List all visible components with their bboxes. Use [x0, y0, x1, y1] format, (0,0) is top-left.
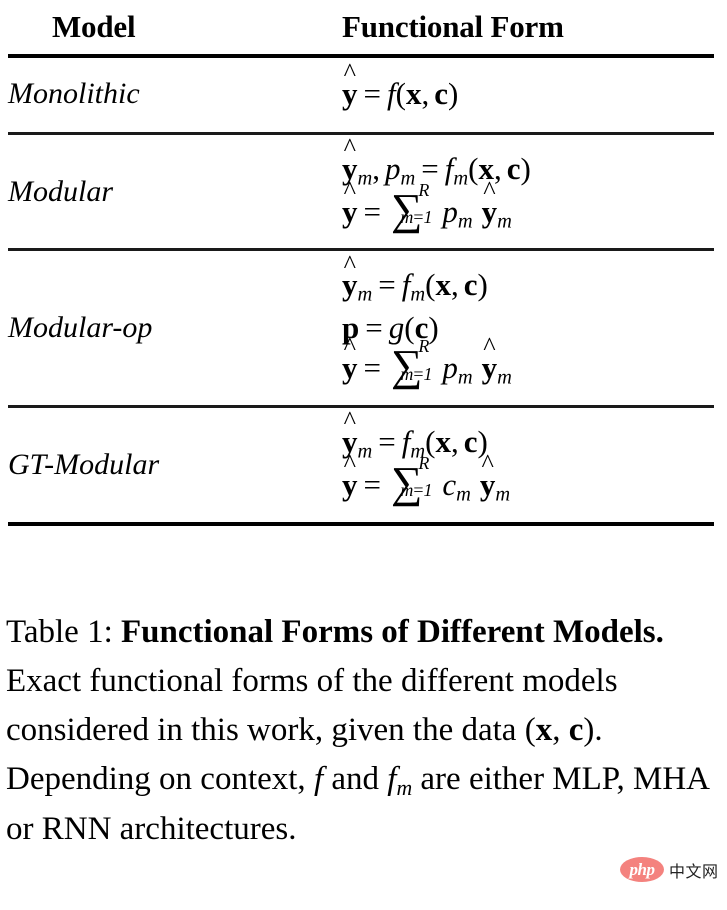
- caption-symbol-c: c: [568, 712, 584, 749]
- caption-symbol-fm-subscript: m: [396, 776, 413, 801]
- caption-symbol-x: x: [535, 712, 553, 749]
- caption-label: Table 1:: [6, 614, 113, 650]
- row-equations-modular-op: ^ ym = fm(x, c) p = g(c) ^ y = ∑ Rm=1 pm ^ ym: [342, 251, 714, 404]
- equation: ^ ym = fm(x, c): [342, 249, 488, 307]
- equation: ^ y = ∑ Rm=1 pm ^ ym: [342, 332, 512, 391]
- hat-accent-icon: ^: [343, 332, 356, 362]
- table-header-row: Model Functional Form: [8, 0, 714, 54]
- equation: ^ y = ∑ Rm=1 cm ^ ym: [342, 449, 511, 507]
- hat-accent-icon: ^: [481, 449, 494, 479]
- row-label-modular: Modular: [8, 174, 113, 208]
- hat-accent-icon: ^: [343, 449, 356, 479]
- summation-operator: ∑ Rm=1: [390, 452, 433, 507]
- table-row: Monolithic ^ y = f(x, c): [8, 58, 714, 132]
- caption-body-part-1: Exact functional forms of the different …: [6, 663, 618, 749]
- hat-accent-icon: ^: [343, 249, 356, 279]
- hat-accent-icon: ^: [343, 175, 356, 205]
- table-row: Modular ^ ym, pm = fm(x, c) ^ y = ∑ Rm=1 pm ^ ym: [8, 132, 714, 249]
- row-equations-monolithic: ^ y = f(x, c): [342, 58, 714, 132]
- caption-title: Functional Forms of Different Models.: [120, 614, 664, 650]
- caption-comma: ,: [552, 712, 569, 749]
- row-equations-modular: ^ ym, pm = fm(x, c) ^ y = ∑ Rm=1 pm ^ ym: [342, 132, 714, 249]
- caption-symbol-f: f: [313, 761, 324, 798]
- watermark-site-text: 中文网: [669, 861, 719, 881]
- table-rule-bottom: [8, 521, 714, 526]
- row-equations-gt-modular: ^ ym = fm(x, c) ^ y = ∑ Rm=1 cm ^ ym: [342, 406, 714, 522]
- table-row: GT-Modular ^ ym = fm(x, c) ^ y = ∑ Rm=1 cm ^ ym: [8, 406, 714, 522]
- hat-accent-icon: ^: [343, 58, 356, 88]
- column-header-model: Model: [52, 9, 136, 44]
- summation-operator: ∑ Rm=1: [390, 179, 433, 234]
- table-row: Modular-op ^ ym = fm(x, c) p = g(c) ^ y = ∑ Rm=1 pm…: [8, 251, 714, 404]
- hat-accent-icon: ^: [343, 406, 356, 436]
- equation: ^ y = f(x, c): [342, 58, 459, 111]
- row-label-monolithic: Monolithic: [8, 76, 140, 110]
- hat-accent-icon: ^: [343, 132, 356, 162]
- hat-accent-icon: ^: [483, 332, 496, 362]
- hat-accent-icon: ^: [483, 175, 496, 205]
- caption-body-part-3: and: [323, 761, 388, 798]
- row-label-gt-modular: GT-Modular: [8, 447, 160, 481]
- functional-forms-table: Model Functional Form Monolithic ^ y = f(x,…: [8, 0, 714, 526]
- column-header-functional-form: Functional Form: [342, 9, 564, 44]
- equation: ^ y = ∑ Rm=1 pm ^ ym: [342, 175, 512, 234]
- php-logo-icon: php: [620, 857, 664, 882]
- summation-operator: ∑ Rm=1: [390, 336, 433, 391]
- table-caption: Table 1: Functional Forms of Different M…: [6, 608, 718, 854]
- row-label-modular-op: Modular-op: [8, 311, 153, 345]
- watermark: php 中文网: [620, 857, 719, 882]
